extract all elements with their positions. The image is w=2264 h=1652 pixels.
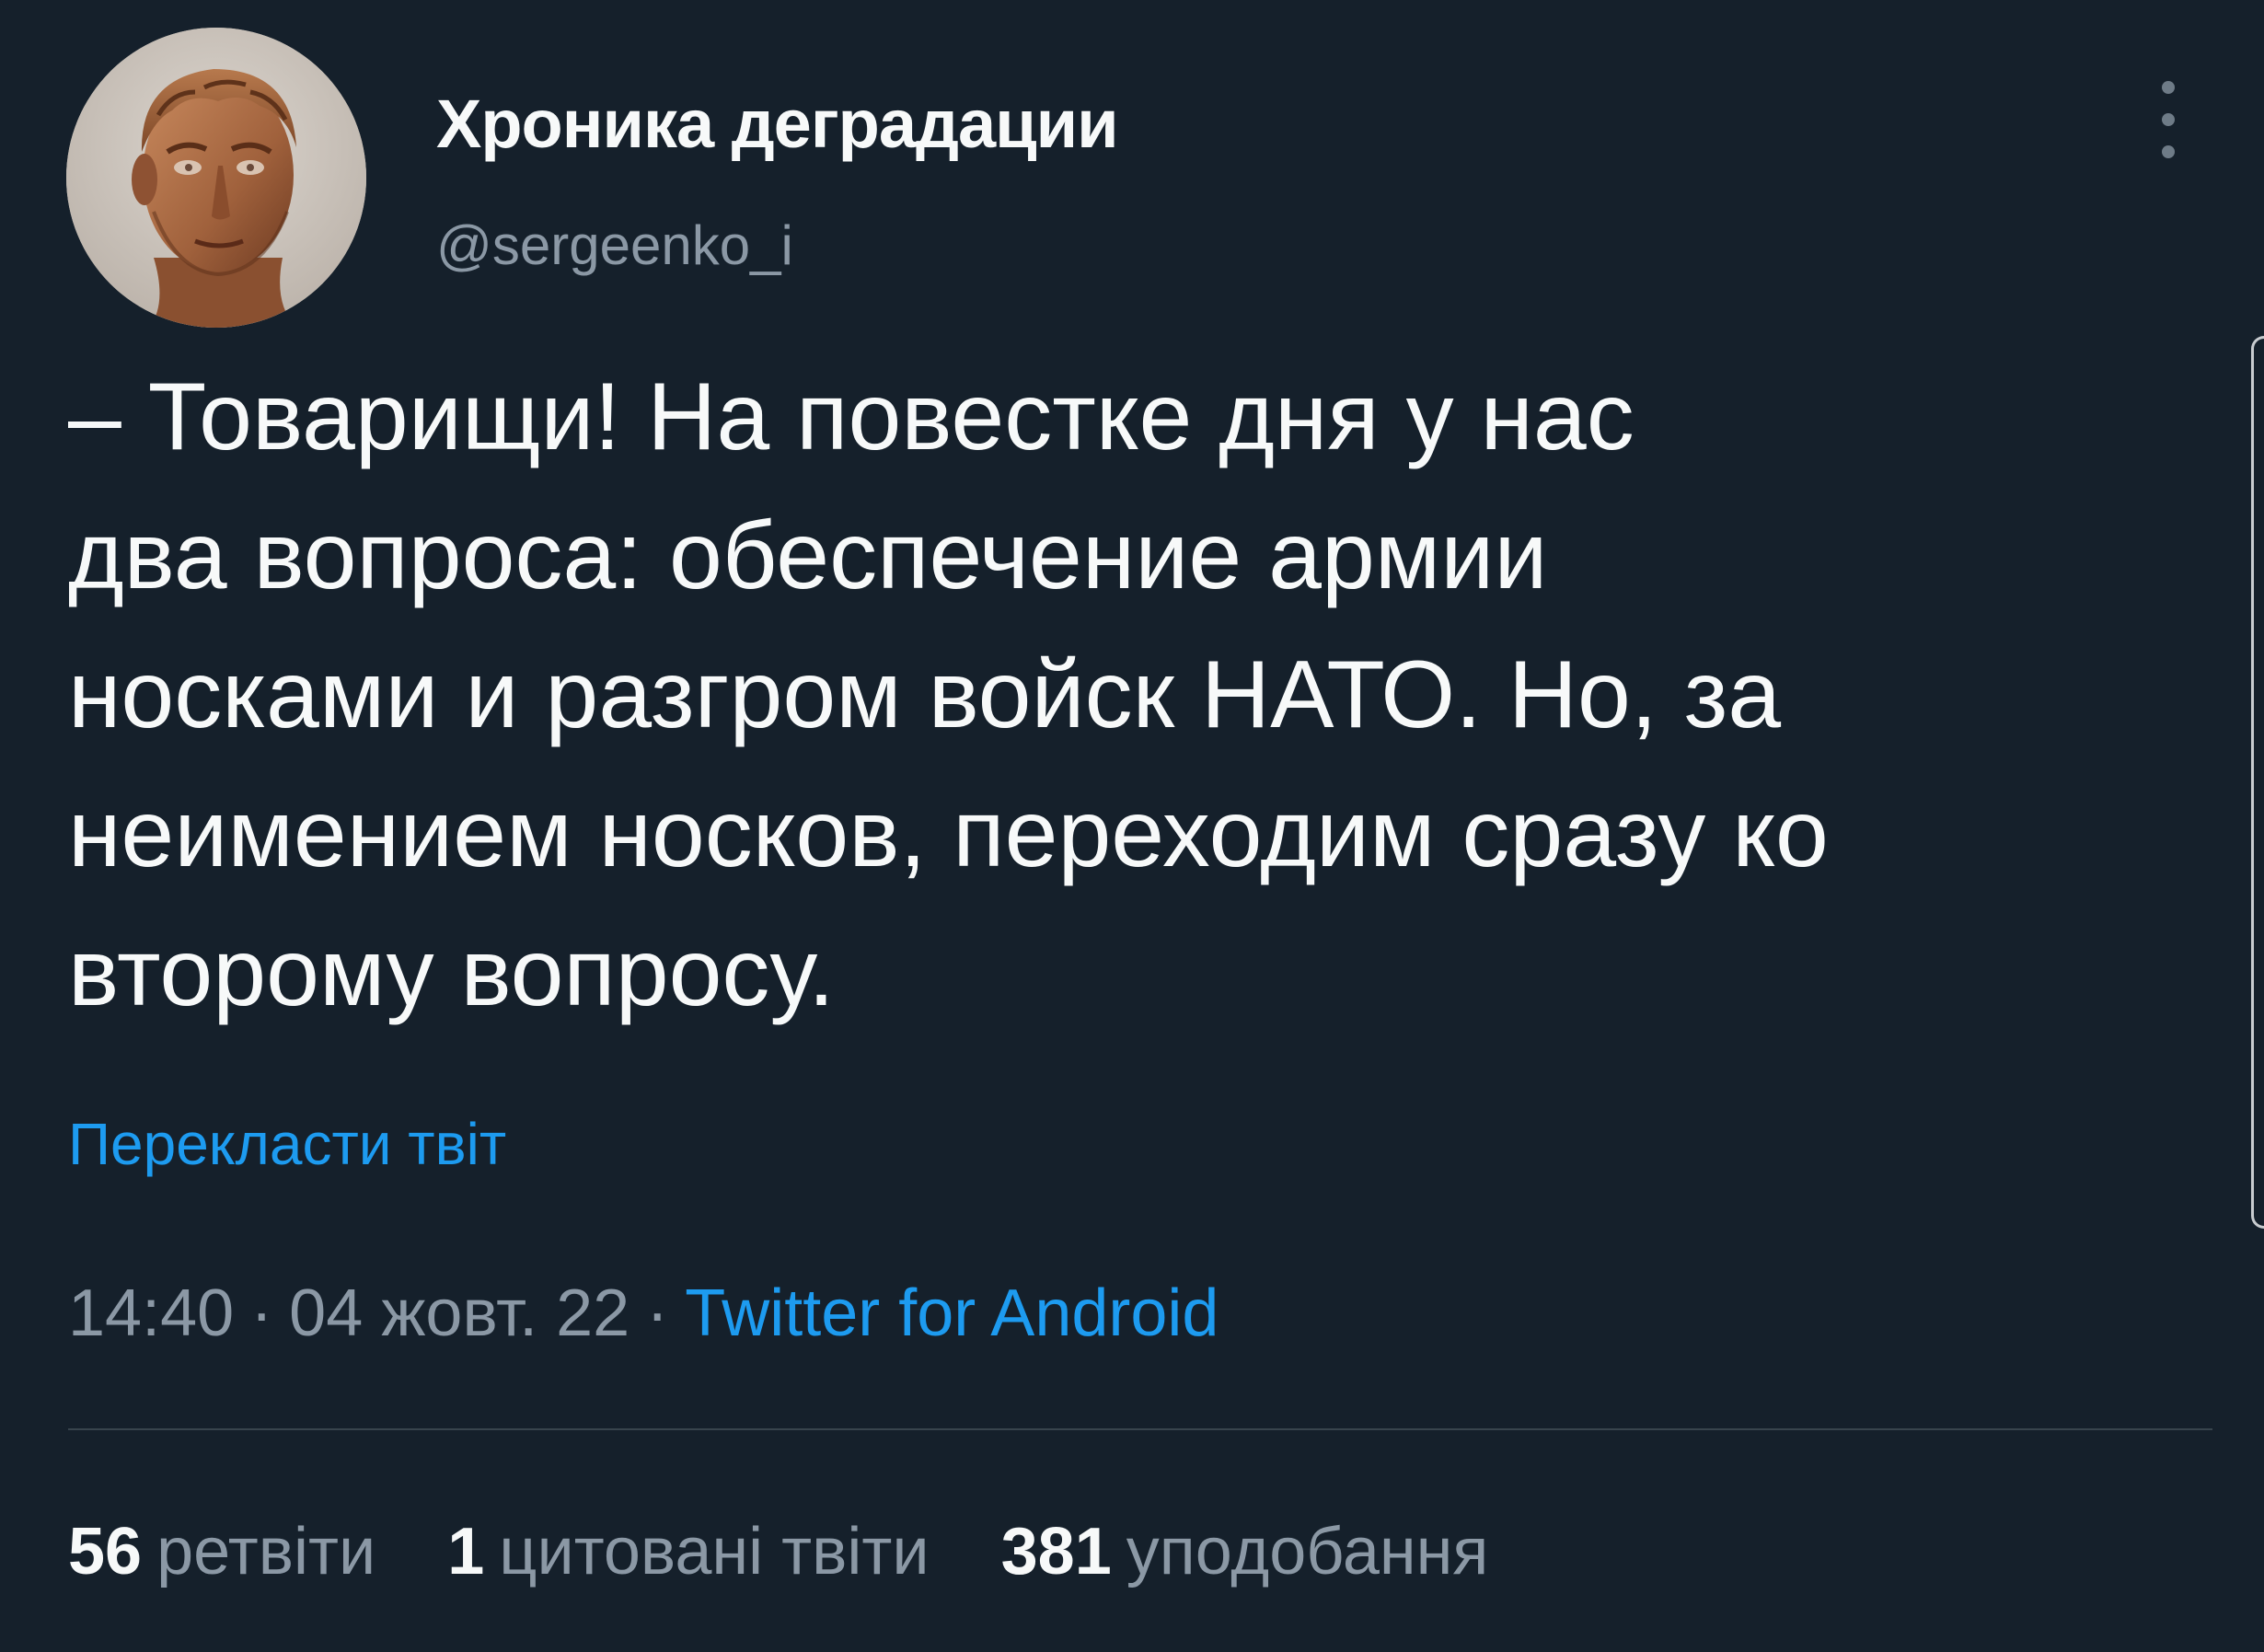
more-options-button[interactable] — [2141, 74, 2196, 166]
tweet-text-line: неимением носков, переходим сразу ко — [68, 780, 1829, 887]
bust-portrait-icon — [66, 28, 366, 328]
quotes-label: цитовані твіти — [499, 1515, 930, 1588]
more-dot-icon — [2162, 145, 2175, 158]
tweet-text-line: два вопроса: обеспечение армии — [68, 503, 1548, 609]
tweet-text: – Товарищи! На повестке дня у нас два во… — [68, 348, 2203, 1043]
tweet-text-line: – Товарищи! На повестке дня у нас — [68, 364, 1634, 470]
likes-stat[interactable]: 381 уподобання — [1001, 1514, 1489, 1589]
tweet-detail: Хроника деградации @sergeenko_i – Товари… — [0, 0, 2264, 1652]
scrollbar-edge[interactable] — [2251, 336, 2264, 1229]
more-dot-icon — [2162, 81, 2175, 94]
retweets-stat[interactable]: 56 ретвіти — [68, 1514, 375, 1589]
tweet-text-line: носками и разгром войск НАТО. Но, за — [68, 641, 1782, 748]
display-name[interactable]: Хроника деградации — [436, 85, 1119, 163]
translate-tweet-link[interactable]: Перекласти твіт — [68, 1110, 506, 1178]
meta-separator: · — [646, 1277, 669, 1350]
user-handle[interactable]: @sergeenko_i — [436, 214, 793, 277]
retweets-count: 56 — [68, 1515, 143, 1588]
likes-count: 381 — [1000, 1515, 1112, 1588]
quotes-count: 1 — [447, 1515, 485, 1588]
divider — [68, 1428, 2212, 1430]
meta-separator: · — [250, 1277, 273, 1350]
avatar[interactable] — [66, 28, 366, 328]
quotes-stat[interactable]: 1 цитовані твіти — [447, 1514, 929, 1589]
tweet-text-line: второму вопросу. — [68, 919, 835, 1026]
tweet-date[interactable]: 04 жовт. 22 — [289, 1277, 630, 1350]
likes-label: уподобання — [1126, 1515, 1489, 1588]
tweet-time[interactable]: 14:40 — [68, 1277, 234, 1350]
more-dot-icon — [2162, 113, 2175, 126]
retweets-label: ретвіти — [156, 1515, 376, 1588]
tweet-source-link[interactable]: Twitter for Android — [685, 1277, 1219, 1350]
tweet-stats: 56 ретвіти 1 цитовані твіти 381 уподобання — [68, 1514, 1488, 1589]
tweet-meta: 14:40 · 04 жовт. 22 · Twitter for Android — [68, 1276, 1219, 1351]
